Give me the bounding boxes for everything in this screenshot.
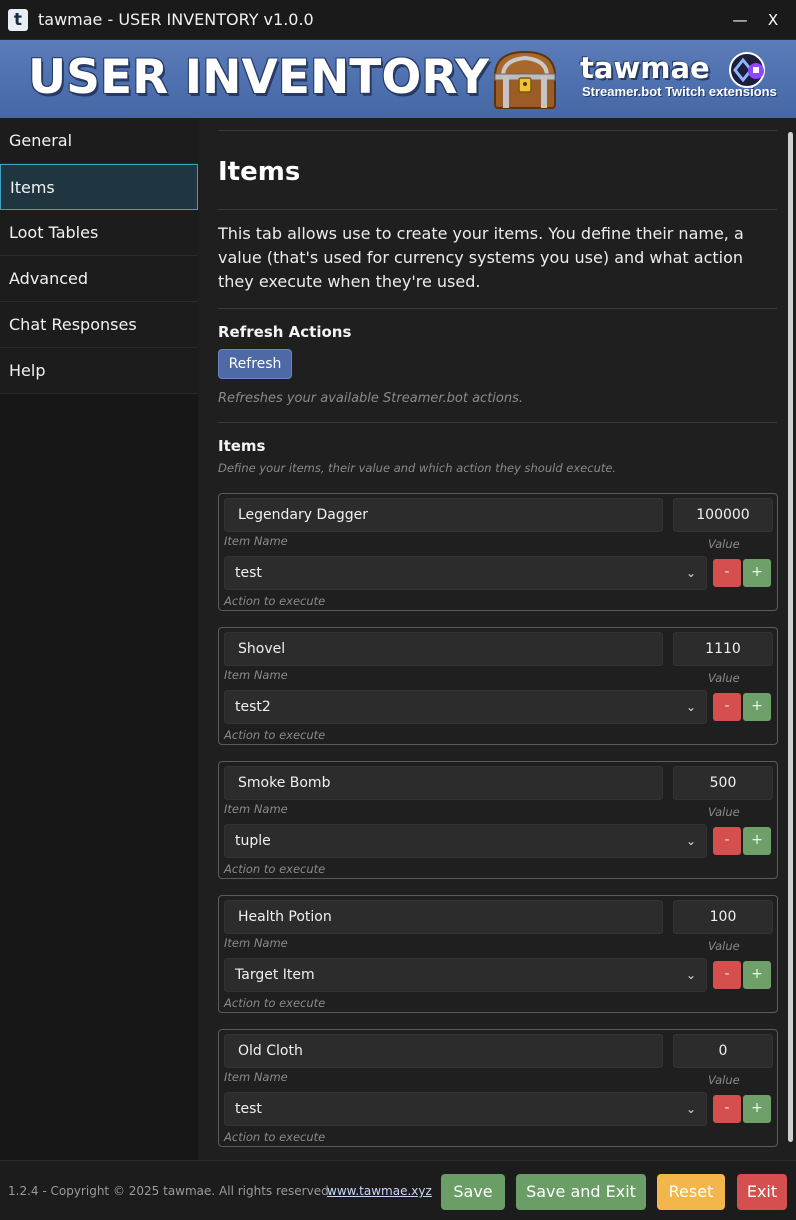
sidebar: General Items Loot Tables Advanced Chat … xyxy=(0,118,198,1160)
sidebar-item-chat-responses[interactable]: Chat Responses xyxy=(0,302,198,348)
action-select-value: test xyxy=(235,565,262,581)
footer: 1.2.4 - Copyright © 2025 tawmae. All rig… xyxy=(0,1160,796,1220)
item-name-input[interactable]: Old Cloth xyxy=(224,1034,663,1068)
save-button[interactable]: Save xyxy=(441,1174,505,1210)
item-name-input[interactable]: Shovel xyxy=(224,632,663,666)
add-item-button[interactable]: + xyxy=(743,961,771,989)
item-card: Legendary Dagger 100000 Item Name Value … xyxy=(218,493,778,611)
item-name-input[interactable]: Smoke Bomb xyxy=(224,766,663,800)
item-value-input[interactable]: 100 xyxy=(673,900,773,934)
header-banner: USER INVENTORY tawmae Streamer.bot Twitc… xyxy=(0,40,796,118)
vertical-scrollbar[interactable] xyxy=(788,132,793,1142)
website-link[interactable]: www.tawmae.xyz xyxy=(327,1184,432,1198)
item-name-label: Item Name xyxy=(224,668,288,682)
action-select[interactable]: tuple ⌄ xyxy=(224,824,707,858)
item-value-label: Value xyxy=(708,1073,740,1087)
add-item-button[interactable]: + xyxy=(743,559,771,587)
remove-item-button[interactable]: - xyxy=(713,559,741,587)
item-list: Legendary Dagger 100000 Item Name Value … xyxy=(218,493,778,1147)
remove-item-button[interactable]: - xyxy=(713,827,741,855)
add-item-button[interactable]: + xyxy=(743,1095,771,1123)
window-title: tawmae - USER INVENTORY v1.0.0 xyxy=(38,10,314,29)
refresh-hint: Refreshes your available Streamer.bot ac… xyxy=(218,391,523,406)
action-label: Action to execute xyxy=(224,996,326,1010)
page-title: Items xyxy=(218,157,301,187)
item-name-label: Item Name xyxy=(224,1070,288,1084)
action-select[interactable]: test ⌄ xyxy=(224,556,707,590)
item-card: Health Potion 100 Item Name Value Target… xyxy=(218,895,778,1013)
action-select[interactable]: Target Item ⌄ xyxy=(224,958,707,992)
action-select[interactable]: test ⌄ xyxy=(224,1092,707,1126)
chevron-down-icon: ⌄ xyxy=(685,834,696,848)
page-description: This tab allows use to create your items… xyxy=(218,224,744,291)
item-value-input[interactable]: 1110 xyxy=(673,632,773,666)
banner-title: USER INVENTORY xyxy=(28,50,489,105)
item-value-label: Value xyxy=(708,671,740,685)
title-bar: t tawmae - USER INVENTORY v1.0.0 — X xyxy=(0,0,796,40)
app-icon: t xyxy=(8,8,28,31)
refresh-button[interactable]: Refresh xyxy=(218,349,292,379)
remove-item-button[interactable]: - xyxy=(713,1095,741,1123)
sidebar-item-help[interactable]: Help xyxy=(0,348,198,394)
item-name-input[interactable]: Legendary Dagger xyxy=(224,498,663,532)
chevron-down-icon: ⌄ xyxy=(685,700,696,714)
item-name-label: Item Name xyxy=(224,802,288,816)
action-label: Action to execute xyxy=(224,1130,326,1144)
refresh-section-title: Refresh Actions xyxy=(218,323,352,341)
add-item-button[interactable]: + xyxy=(743,827,771,855)
action-label: Action to execute xyxy=(224,594,326,608)
item-value-input[interactable]: 500 xyxy=(673,766,773,800)
minimize-button[interactable]: — xyxy=(725,8,755,32)
reset-button[interactable]: Reset xyxy=(657,1174,725,1210)
item-value-label: Value xyxy=(708,939,740,953)
action-select-value: tuple xyxy=(235,833,271,849)
action-label: Action to execute xyxy=(224,862,326,876)
action-select-value: test2 xyxy=(235,699,271,715)
content: Items This tab allows use to create your… xyxy=(218,130,778,1163)
item-name-label: Item Name xyxy=(224,534,288,548)
action-select-value: Target Item xyxy=(235,967,315,983)
action-select[interactable]: test2 ⌄ xyxy=(224,690,707,724)
divider xyxy=(218,130,777,131)
item-value-input[interactable]: 0 xyxy=(673,1034,773,1068)
item-card: Old Cloth 0 Item Name Value test ⌄ - + A… xyxy=(218,1029,778,1147)
chevron-down-icon: ⌄ xyxy=(685,1102,696,1116)
divider xyxy=(218,308,777,309)
item-card: Shovel 1110 Item Name Value test2 ⌄ - + … xyxy=(218,627,778,745)
copyright-text: 1.2.4 - Copyright © 2025 tawmae. All rig… xyxy=(8,1184,333,1198)
sidebar-item-items[interactable]: Items xyxy=(0,164,198,210)
exit-button[interactable]: Exit xyxy=(737,1174,787,1210)
sidebar-item-loot-tables[interactable]: Loot Tables xyxy=(0,210,198,256)
twitch-logo-icon xyxy=(729,52,765,88)
save-and-exit-button[interactable]: Save and Exit xyxy=(516,1174,646,1210)
item-card: Smoke Bomb 500 Item Name Value tuple ⌄ -… xyxy=(218,761,778,879)
item-value-input[interactable]: 100000 xyxy=(673,498,773,532)
item-name-label: Item Name xyxy=(224,936,288,950)
sidebar-item-general[interactable]: General xyxy=(0,118,198,164)
chevron-down-icon: ⌄ xyxy=(685,968,696,982)
item-name-input[interactable]: Health Potion xyxy=(224,900,663,934)
close-button[interactable]: X xyxy=(758,8,788,32)
add-item-button[interactable]: + xyxy=(743,693,771,721)
action-select-value: test xyxy=(235,1101,262,1117)
action-label: Action to execute xyxy=(224,728,326,742)
remove-item-button[interactable]: - xyxy=(713,961,741,989)
item-value-label: Value xyxy=(708,805,740,819)
main-panel: Items This tab allows use to create your… xyxy=(199,118,796,1160)
treasure-chest-icon xyxy=(493,50,557,109)
items-section-title: Items xyxy=(218,437,266,455)
sidebar-item-advanced[interactable]: Advanced xyxy=(0,256,198,302)
divider xyxy=(218,209,777,210)
divider xyxy=(218,422,777,423)
remove-item-button[interactable]: - xyxy=(713,693,741,721)
chevron-down-icon: ⌄ xyxy=(685,566,696,580)
item-value-label: Value xyxy=(708,537,740,551)
items-hint: Define your items, their value and which… xyxy=(218,461,617,475)
